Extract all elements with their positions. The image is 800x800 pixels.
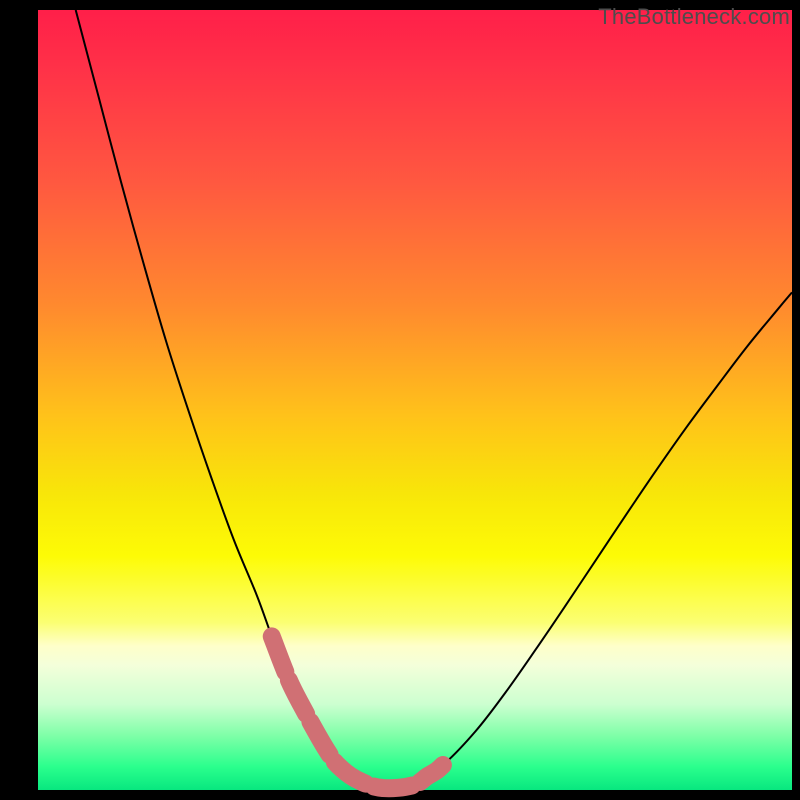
curve-path — [76, 10, 792, 789]
chart-frame: TheBottleneck.com — [0, 0, 800, 800]
marker-segments — [272, 636, 443, 788]
watermark-text: TheBottleneck.com — [598, 4, 790, 30]
plot-area — [38, 10, 792, 790]
bottleneck-curve — [38, 10, 792, 790]
